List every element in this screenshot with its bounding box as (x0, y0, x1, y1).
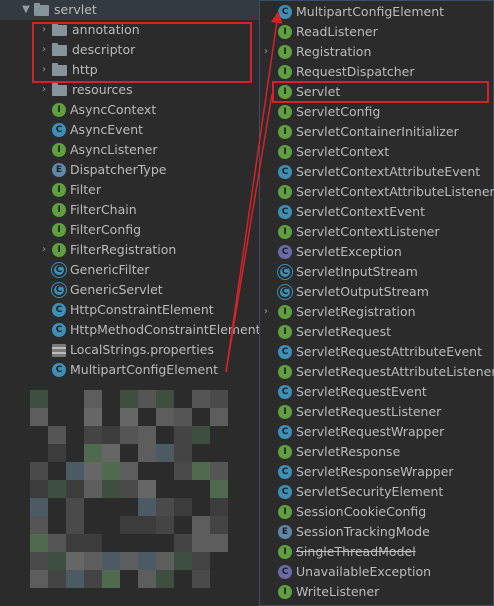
arrow-to-multipart (225, 11, 283, 373)
arrow-to-servlet (225, 93, 273, 373)
annotation-arrows (225, 11, 283, 373)
